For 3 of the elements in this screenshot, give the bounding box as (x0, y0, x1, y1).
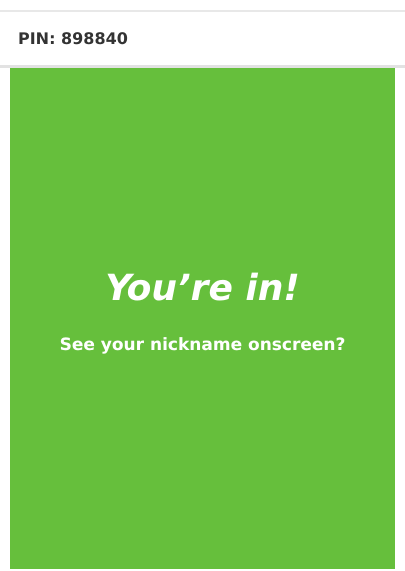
status-title: You’re in! (105, 268, 300, 309)
status-message: See your nickname onscreen? (60, 335, 346, 355)
pin-label: PIN: 898840 (18, 29, 128, 48)
